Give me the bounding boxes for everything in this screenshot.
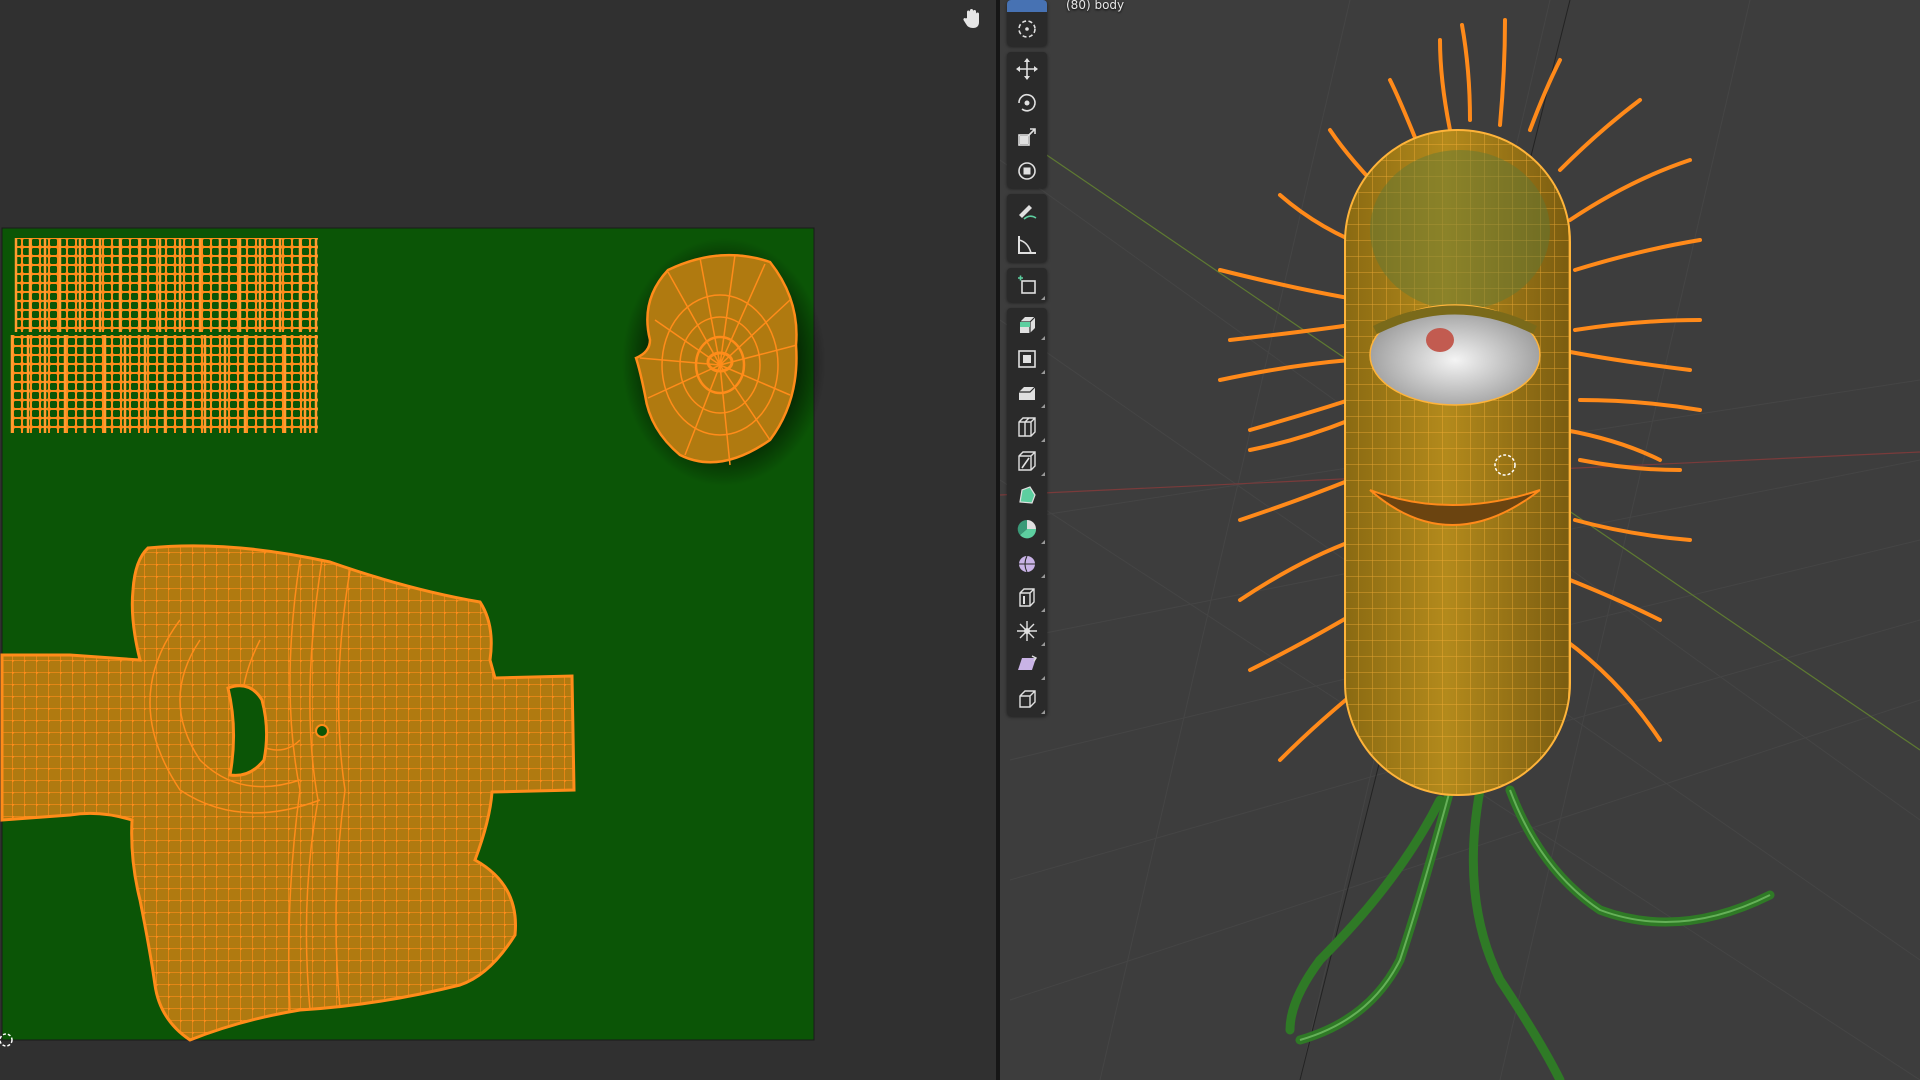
rip-region-tool[interactable] (1007, 682, 1047, 716)
inset-icon (1018, 350, 1036, 368)
bevel-tool[interactable] (1007, 376, 1047, 410)
viewport-scene[interactable] (1000, 0, 1920, 1080)
uv-canvas[interactable] (0, 0, 996, 1080)
edge-slide-icon (1019, 588, 1035, 607)
rip-region-icon (1019, 690, 1036, 708)
transform-tool[interactable] (1007, 154, 1047, 188)
scale-tool[interactable] (1007, 120, 1047, 154)
scale-icon (1018, 128, 1036, 146)
bevel-icon (1019, 386, 1036, 400)
loop-cut-icon (1018, 417, 1036, 437)
inset-faces-tool[interactable] (1007, 342, 1047, 376)
annotate-icon (1019, 205, 1037, 220)
shrink-fatten-icon (1017, 621, 1037, 641)
rotate-icon (1018, 93, 1036, 112)
tool-group-mesh (1007, 308, 1047, 716)
tool-group-annotate (1007, 194, 1047, 262)
rotate-tool[interactable] (1007, 86, 1047, 120)
smooth-tool[interactable] (1007, 546, 1047, 580)
tool-group-select (1007, 0, 1047, 46)
object-info-text: (80) body (1066, 0, 1125, 12)
spin-tool[interactable] (1007, 512, 1047, 546)
shear-tool[interactable] (1007, 648, 1047, 682)
poly-build-tool[interactable] (1007, 478, 1047, 512)
loop-cut-tool[interactable] (1007, 410, 1047, 444)
edge-slide-tool[interactable] (1007, 580, 1047, 614)
measure-icon (1018, 236, 1036, 254)
tool-group-transform (1007, 52, 1047, 188)
move-tool[interactable] (1007, 52, 1047, 86)
uv-2d-cursor-icon[interactable] (0, 1030, 16, 1050)
uv-island-face (622, 238, 826, 486)
select-box-tool[interactable] (1007, 0, 1047, 12)
3d-viewport-area[interactable] (1000, 0, 1920, 1080)
move-icon (1016, 58, 1038, 80)
transform-icon (1018, 162, 1036, 180)
shrink-fatten-tool[interactable] (1007, 614, 1047, 648)
smooth-icon (1019, 555, 1035, 573)
add-cube-icon (1018, 275, 1036, 294)
knife-icon (1018, 451, 1036, 471)
extrude-icon (1020, 316, 1036, 333)
knife-tool[interactable] (1007, 444, 1047, 478)
pan-view-hand-icon[interactable] (962, 8, 986, 34)
uv-island-strips (10, 238, 318, 433)
model-body (1344, 129, 1571, 796)
add-cube-tool[interactable] (1007, 268, 1047, 302)
extrude-region-tool[interactable] (1007, 308, 1047, 342)
annotate-tool[interactable] (1007, 194, 1047, 228)
measure-tool[interactable] (1007, 228, 1047, 262)
spin-icon (1017, 519, 1037, 539)
cursor-icon (1018, 20, 1036, 38)
tool-group-add (1007, 268, 1047, 302)
tool-shelf (1007, 0, 1047, 722)
poly-build-icon (1019, 486, 1036, 504)
uv-editor-area[interactable] (0, 0, 996, 1080)
shear-icon (1018, 655, 1038, 670)
cursor-tool[interactable] (1007, 12, 1047, 46)
